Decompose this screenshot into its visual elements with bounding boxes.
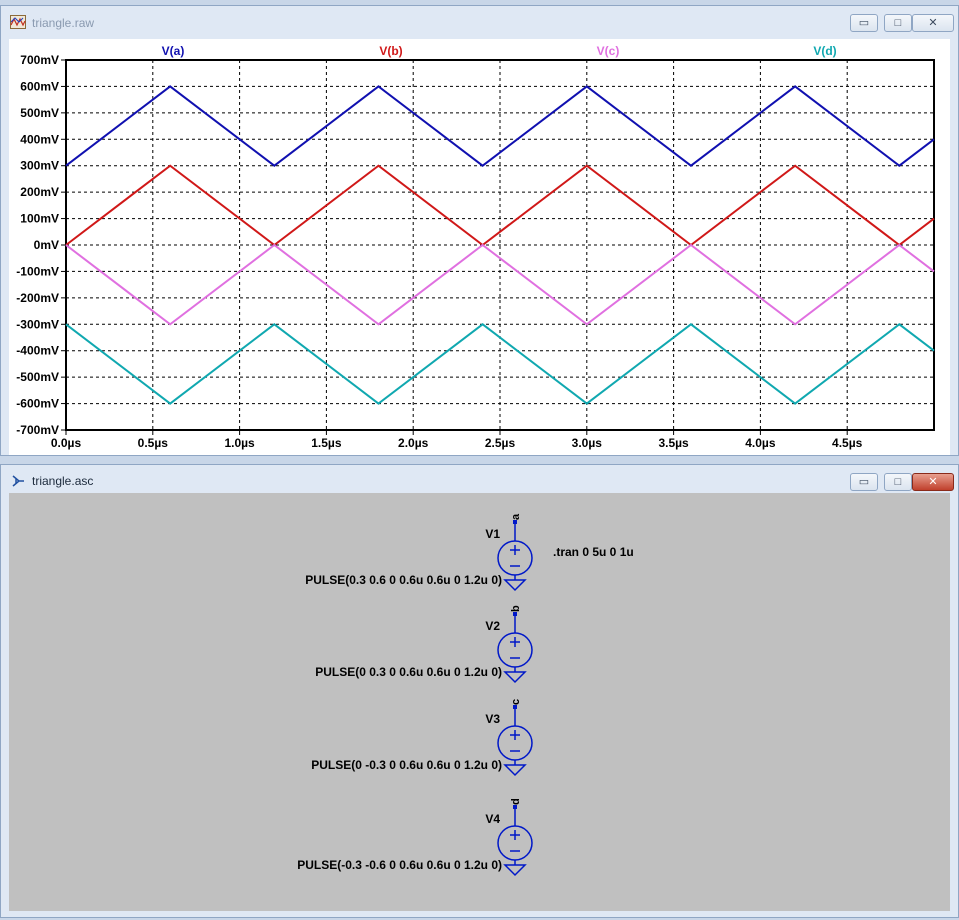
schematic-window-title: triangle.asc: [32, 474, 94, 488]
plot-pane[interactable]: 700mV 600mV 500mV 400mV 300mV 200mV 100mV 0mV -1…: [9, 39, 950, 455]
x-tick-label: 2.0µs: [398, 436, 429, 450]
waveform-titlebar[interactable]: triangle.raw ▭ □ ✕: [1, 6, 958, 36]
schematic-canvas[interactable]: a V1 PULSE(0.3 0.6 0 0.6u 0.6u 0 1.2u 0) b V…: [9, 493, 950, 911]
voltage-source-v3: c V3 PULSE(0 -0.3 0 0.6u 0.6u 0 1.2u 0): [311, 699, 533, 777]
waveform-window: triangle.raw ▭ □ ✕ 700mV 600mV 500mV 400mV 3…: [0, 5, 959, 456]
waveform-chart[interactable]: 700mV 600mV 500mV 400mV 300mV 200mV 100mV 0mV -1…: [9, 39, 950, 455]
x-tick-label: 4.0µs: [745, 436, 776, 450]
x-tick-label: 0.0µs: [51, 436, 82, 450]
voltage-source-v1: a V1 PULSE(0.3 0.6 0 0.6u 0.6u 0 1.2u 0): [305, 513, 533, 592]
source-value: PULSE(0 -0.3 0 0.6u 0.6u 0 1.2u 0): [311, 758, 502, 772]
x-tick-label: 3.5µs: [658, 436, 689, 450]
schematic-drawing[interactable]: a V1 PULSE(0.3 0.6 0 0.6u 0.6u 0 1.2u 0) b V…: [9, 493, 950, 911]
legend-entry: V(b): [379, 44, 402, 58]
ground-icon: [503, 864, 527, 877]
y-tick-label: 300mV: [20, 159, 59, 173]
node-pin: [513, 705, 517, 709]
node-pin: [513, 612, 517, 616]
ground-icon: [503, 671, 527, 684]
voltage-source-v4: d V4 PULSE(-0.3 -0.6 0 0.6u 0.6u 0 1.2u 0): [297, 798, 533, 877]
x-tick-label: 0.5µs: [138, 436, 169, 450]
legend-entry: V(c): [597, 44, 620, 58]
ground-icon: [503, 764, 527, 777]
waveform-window-title: triangle.raw: [32, 16, 95, 30]
net-label-d: d: [510, 798, 522, 805]
legend-entry: V(a): [162, 44, 185, 58]
y-tick-label: 400mV: [20, 132, 59, 146]
y-tick-label: -600mV: [16, 397, 59, 411]
y-tick-label: -400mV: [16, 344, 59, 358]
y-tick-label: 0mV: [34, 238, 59, 252]
node-pin: [513, 520, 517, 524]
schematic-close-button[interactable]: ✕: [912, 473, 954, 491]
y-tick-label: 500mV: [20, 106, 59, 120]
x-tick-label: 1.5µs: [311, 436, 342, 450]
spice-directive: .tran 0 5u 0 1u: [553, 545, 634, 559]
maximize-button[interactable]: □: [884, 14, 912, 32]
source-name: V3: [485, 712, 500, 726]
x-tick-label: 1.0µs: [224, 436, 255, 450]
x-tick-label: 3.0µs: [572, 436, 603, 450]
source-value: PULSE(0.3 0.6 0 0.6u 0.6u 0 1.2u 0): [305, 573, 502, 587]
voltage-source-v2: b V2 PULSE(0 0.3 0 0.6u 0.6u 0 1.2u 0): [315, 605, 533, 684]
y-tick-label: -500mV: [16, 370, 59, 384]
node-pin: [513, 805, 517, 809]
close-button[interactable]: ✕: [912, 14, 954, 32]
source-name: V2: [485, 619, 500, 633]
net-label-b: b: [510, 605, 522, 612]
schematic-titlebar[interactable]: triangle.asc ▭ □ ✕: [1, 465, 958, 495]
ground-icon: [503, 579, 527, 592]
y-tick-label: 200mV: [20, 185, 59, 199]
y-tick-label: -700mV: [16, 423, 59, 437]
x-tick-label: 2.5µs: [485, 436, 516, 450]
source-name: V1: [485, 527, 500, 541]
net-label-c: c: [510, 699, 522, 705]
source-name: V4: [485, 812, 500, 826]
schematic-app-icon: [12, 475, 24, 487]
y-tick-label: 700mV: [20, 53, 59, 67]
source-value: PULSE(0 0.3 0 0.6u 0.6u 0 1.2u 0): [315, 665, 502, 679]
x-tick-label: 4.5µs: [832, 436, 863, 450]
schematic-minimize-button[interactable]: ▭: [850, 473, 878, 491]
y-tick-label: -100mV: [16, 264, 59, 278]
schematic-maximize-button[interactable]: □: [884, 473, 912, 491]
y-tick-label: -300mV: [16, 317, 59, 331]
y-tick-label: 600mV: [20, 79, 59, 93]
waveform-app-icon: [10, 15, 26, 29]
schematic-window: triangle.asc ▭ □ ✕ a V1 PULSE(0.3 0.6 0 0.…: [0, 464, 959, 918]
net-label-a: a: [510, 513, 522, 520]
legend-entry: V(d): [813, 44, 836, 58]
y-tick-label: -200mV: [16, 291, 59, 305]
y-tick-label: 100mV: [20, 212, 59, 226]
source-value: PULSE(-0.3 -0.6 0 0.6u 0.6u 0 1.2u 0): [297, 858, 502, 872]
minimize-button[interactable]: ▭: [850, 14, 878, 32]
